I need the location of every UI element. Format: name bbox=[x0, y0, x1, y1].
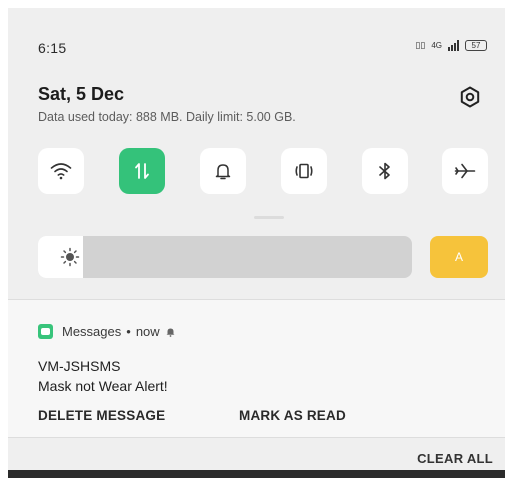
quick-settings-tiles bbox=[38, 148, 488, 194]
notification-app-name: Messages bbox=[62, 324, 122, 339]
status-icons: ▯▯ 4G 57 bbox=[415, 40, 487, 51]
vibrate-toggle[interactable] bbox=[281, 148, 327, 194]
notification-time: now bbox=[135, 324, 160, 339]
bluetooth-icon bbox=[379, 162, 390, 180]
battery-icon: 57 bbox=[465, 40, 487, 51]
divider bbox=[8, 437, 505, 438]
date-label: Sat, 5 Dec bbox=[38, 84, 125, 104]
status-bar: 6:15 ▯▯ 4G 57 bbox=[8, 38, 505, 58]
notification-shade: 6:15 ▯▯ 4G 57 Sat, 5 Dec Data used today… bbox=[8, 8, 505, 478]
notification-title: VM-JSHSMS bbox=[38, 358, 121, 374]
auto-brightness-button[interactable]: A bbox=[430, 236, 488, 278]
messages-app-icon bbox=[38, 324, 53, 339]
volte-icon: ▯▯ bbox=[415, 40, 426, 50]
brightness-icon bbox=[60, 247, 80, 267]
bell-icon bbox=[215, 164, 231, 180]
mark-as-read-button[interactable]: MARK AS READ bbox=[239, 408, 346, 423]
airplane-icon bbox=[454, 163, 476, 179]
panel-drag-handle[interactable] bbox=[254, 216, 284, 219]
signal-icon bbox=[448, 40, 459, 51]
wifi-toggle[interactable] bbox=[38, 148, 84, 194]
data-usage-label: Data used today: 888 MB. Daily limit: 5.… bbox=[38, 110, 296, 124]
bluetooth-toggle[interactable] bbox=[362, 148, 408, 194]
settings-button[interactable] bbox=[457, 84, 483, 110]
delete-message-button[interactable]: DELETE MESSAGE bbox=[38, 408, 165, 423]
wifi-icon bbox=[50, 163, 72, 180]
settings-icon bbox=[460, 86, 480, 108]
clear-all-button[interactable]: CLEAR ALL bbox=[417, 451, 493, 466]
network-type-icon: 4G bbox=[431, 41, 442, 50]
message-notification[interactable]: Messages • now VM-JSHSMS Mask not Wear A… bbox=[8, 300, 505, 437]
notification-bell-icon bbox=[166, 327, 175, 337]
status-time: 6:15 bbox=[38, 40, 67, 56]
brightness-slider[interactable] bbox=[38, 236, 412, 278]
sound-toggle[interactable] bbox=[200, 148, 246, 194]
vibrate-icon bbox=[295, 163, 313, 179]
notification-body: Mask not Wear Alert! bbox=[38, 378, 168, 394]
notification-separator: • bbox=[126, 324, 131, 339]
navigation-bar bbox=[8, 470, 505, 478]
airplane-mode-toggle[interactable] bbox=[442, 148, 488, 194]
mobile-data-toggle[interactable] bbox=[119, 148, 165, 194]
mobile-data-icon bbox=[135, 163, 149, 179]
notification-header: Messages • now bbox=[38, 324, 175, 339]
